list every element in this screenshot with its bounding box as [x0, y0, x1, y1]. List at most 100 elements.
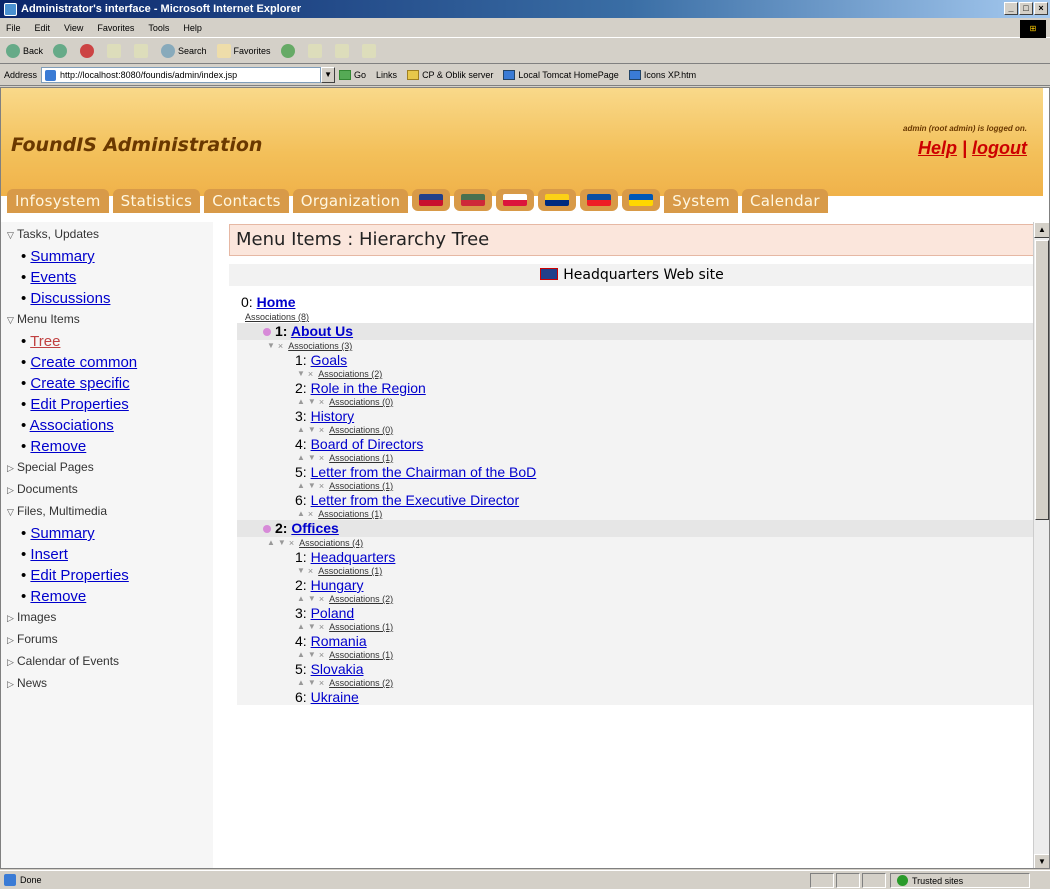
move-down-icon[interactable]: ▼ — [308, 677, 316, 689]
search-button[interactable]: Search — [161, 43, 207, 58]
tab-organization[interactable]: Organization — [292, 189, 409, 213]
menu-favorites[interactable]: Favorites — [97, 23, 134, 33]
tab-infosystem[interactable]: Infosystem — [7, 189, 109, 213]
tree-node-link[interactable]: Headquarters — [311, 549, 396, 565]
tree-node-link[interactable]: Role in the Region — [311, 380, 426, 396]
menu-edit[interactable]: Edit — [35, 23, 51, 33]
move-up-icon[interactable]: ▲ — [297, 424, 305, 436]
print-button[interactable] — [334, 43, 352, 58]
language-poland-flag-button[interactable] — [496, 189, 535, 211]
scroll-thumb[interactable] — [1035, 240, 1049, 520]
delete-icon[interactable]: × — [308, 368, 313, 380]
associations-link[interactable]: Associations (3) — [288, 340, 352, 352]
delete-icon[interactable]: × — [319, 452, 324, 464]
move-down-icon[interactable]: ▼ — [308, 621, 316, 633]
move-up-icon[interactable]: ▲ — [297, 396, 305, 408]
link-tomcat[interactable]: Local Tomcat HomePage — [503, 69, 619, 80]
menu-file[interactable]: File — [6, 23, 21, 33]
move-up-icon[interactable]: ▲ — [297, 621, 305, 633]
delete-icon[interactable]: × — [319, 593, 324, 605]
move-down-icon[interactable]: ▼ — [278, 537, 286, 549]
associations-link[interactable]: Associations (0) — [329, 396, 393, 408]
delete-icon[interactable]: × — [319, 621, 324, 633]
link-icons[interactable]: Icons XP.htm — [628, 69, 696, 80]
associations-link[interactable]: Associations (1) — [318, 508, 382, 520]
move-up-icon[interactable]: ▲ — [297, 508, 305, 520]
move-down-icon[interactable]: ▼ — [308, 424, 316, 436]
delete-icon[interactable]: × — [308, 508, 313, 520]
sidebar-link-summary[interactable]: Summary — [30, 248, 94, 265]
mail-button[interactable] — [307, 43, 325, 58]
sidebar-link-tree[interactable]: Tree — [30, 333, 60, 350]
logout-link[interactable]: logout — [972, 138, 1027, 158]
tree-node-link[interactable]: Slovakia — [311, 661, 364, 677]
help-link[interactable]: Help — [918, 138, 957, 158]
move-down-icon[interactable]: ▼ — [308, 396, 316, 408]
language-romania-flag-button[interactable] — [538, 189, 577, 211]
tree-node-link[interactable]: Board of Directors — [311, 436, 424, 452]
tree-node-link[interactable]: Offices — [291, 520, 338, 536]
sidebar-section-news[interactable]: ▷ News — [7, 673, 207, 695]
forward-button[interactable] — [53, 43, 70, 58]
tab-contacts[interactable]: Contacts — [204, 189, 289, 213]
menu-tools[interactable]: Tools — [148, 23, 169, 33]
move-down-icon[interactable]: ▼ — [297, 565, 305, 577]
stop-button[interactable] — [80, 43, 97, 58]
sidebar-link-edit-properties[interactable]: Edit Properties — [30, 567, 128, 584]
move-down-icon[interactable]: ▼ — [297, 368, 305, 380]
sidebar-section-forums[interactable]: ▷ Forums — [7, 629, 207, 651]
edit-button[interactable] — [361, 43, 379, 58]
associations-link[interactable]: Associations (0) — [329, 424, 393, 436]
delete-icon[interactable]: × — [278, 340, 283, 352]
sidebar-section-special-pages[interactable]: ▷ Special Pages — [7, 457, 207, 479]
sidebar-link-summary[interactable]: Summary — [30, 525, 94, 542]
sidebar-link-remove[interactable]: Remove — [30, 588, 86, 605]
back-button[interactable]: Back — [6, 43, 43, 58]
favorites-button[interactable]: Favorites — [216, 43, 271, 58]
sidebar-link-events[interactable]: Events — [30, 269, 76, 286]
move-up-icon[interactable]: ▲ — [297, 649, 305, 661]
go-button[interactable]: Go — [339, 69, 366, 80]
address-dropdown-button[interactable]: ▼ — [321, 66, 336, 83]
move-up-icon[interactable]: ▲ — [297, 677, 305, 689]
tree-node-link[interactable]: Letter from the Executive Director — [311, 492, 520, 508]
refresh-button[interactable] — [107, 43, 124, 58]
sidebar-link-remove[interactable]: Remove — [30, 438, 86, 455]
sidebar-link-discussions[interactable]: Discussions — [30, 290, 110, 307]
delete-icon[interactable]: × — [289, 537, 294, 549]
link-cp-oblik[interactable]: CP & Oblik server — [407, 69, 493, 80]
language-uk-flag-button[interactable] — [412, 189, 451, 211]
associations-link[interactable]: Associations (1) — [318, 565, 382, 577]
move-up-icon[interactable]: ▲ — [297, 593, 305, 605]
tree-node-link[interactable]: History — [311, 408, 355, 424]
associations-link[interactable]: Associations (2) — [329, 593, 393, 605]
tree-node-link[interactable]: Poland — [311, 605, 355, 621]
tree-node-link[interactable]: Hungary — [311, 577, 364, 593]
associations-link[interactable]: Associations (4) — [299, 537, 363, 549]
language-ukraine-flag-button[interactable] — [622, 189, 661, 211]
minimize-button[interactable]: _ — [1004, 2, 1018, 15]
tab-system[interactable]: System — [664, 189, 739, 213]
sidebar-link-create-common[interactable]: Create common — [30, 354, 137, 371]
sidebar-link-insert[interactable]: Insert — [30, 546, 68, 563]
language-hungary-flag-button[interactable] — [454, 189, 493, 211]
tab-statistics[interactable]: Statistics — [112, 189, 201, 213]
home-button[interactable] — [134, 43, 151, 58]
tab-calendar[interactable]: Calendar — [742, 189, 828, 213]
move-down-icon[interactable]: ▼ — [308, 480, 316, 492]
history-button[interactable] — [280, 43, 298, 58]
associations-link[interactable]: Associations (1) — [329, 621, 393, 633]
language-slovakia-flag-button[interactable] — [580, 189, 619, 211]
tree-node-link[interactable]: Goals — [311, 352, 348, 368]
tree-node-link[interactable]: About Us — [291, 323, 353, 339]
delete-icon[interactable]: × — [319, 424, 324, 436]
sidebar-section-files-multimedia[interactable]: ▽ Files, Multimedia — [7, 501, 207, 523]
delete-icon[interactable]: × — [308, 565, 313, 577]
associations-link[interactable]: Associations (2) — [318, 368, 382, 380]
sidebar-section-menu-items[interactable]: ▽ Menu Items — [7, 309, 207, 331]
tree-node-link[interactable]: Home — [257, 294, 296, 310]
move-up-icon[interactable]: ▲ — [267, 537, 275, 549]
scroll-up-button[interactable]: ▲ — [1034, 222, 1049, 238]
move-down-icon[interactable]: ▼ — [267, 340, 275, 352]
sidebar-link-associations[interactable]: Associations — [30, 417, 114, 434]
